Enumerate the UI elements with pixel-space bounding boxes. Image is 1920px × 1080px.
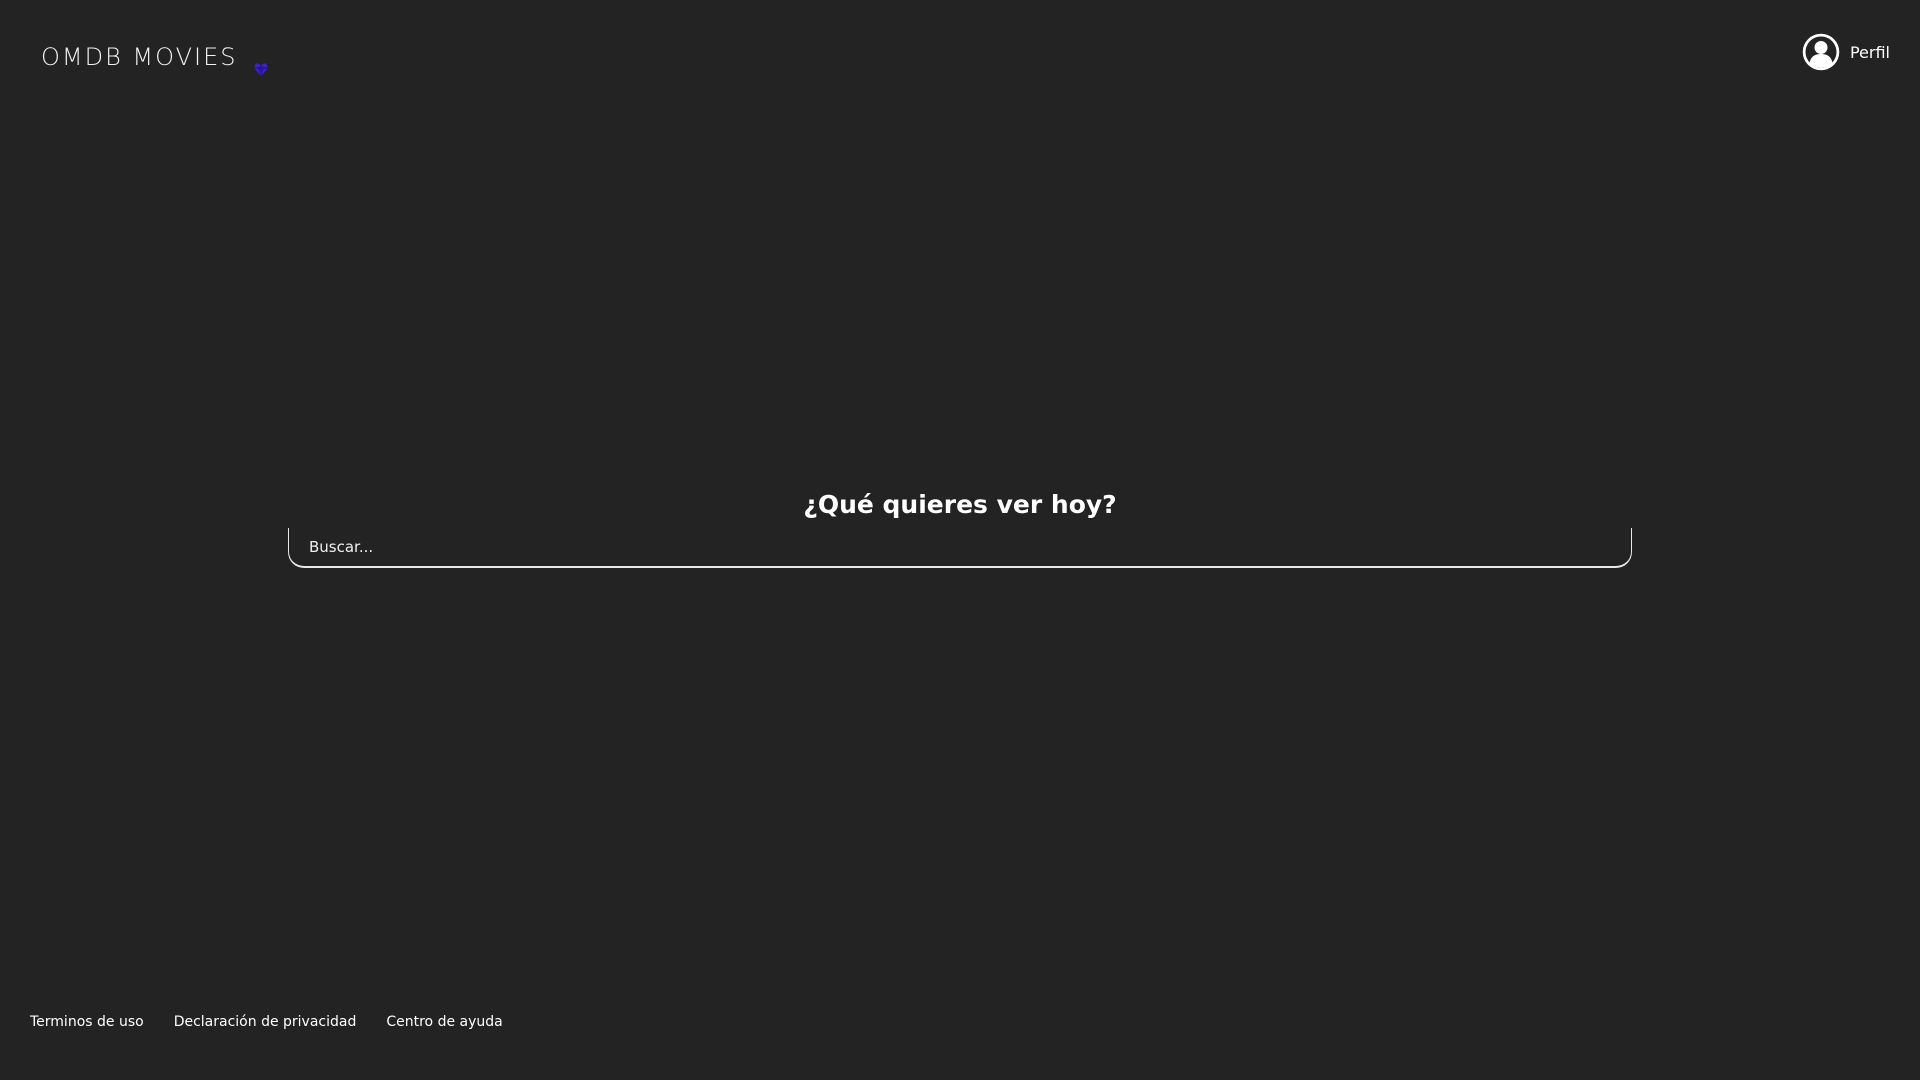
footer-link-help-center[interactable]: Centro de ayuda [386,1014,502,1030]
footer-link-terms[interactable]: Terminos de uso [30,1014,144,1030]
profile-label: Perfil [1849,42,1890,62]
brand-name: OMDB MOVIES [41,43,238,71]
profile-menu-button[interactable]: Perfil [1802,33,1890,71]
top-header: OMDB MOVIES Perfil [0,0,1920,110]
page-title: ¿Qué quieres ver hoy? [803,490,1117,519]
search-input[interactable] [288,528,1632,568]
brand-logo-link[interactable]: OMDB MOVIES [41,40,270,78]
user-avatar-icon [1802,33,1840,71]
heart-gem-icon [252,60,270,78]
app-root: OMDB MOVIES Perfil ¿Qué quieres ver hoy?… [0,0,1920,1080]
search-section: ¿Qué quieres ver hoy? [288,484,1632,576]
footer-links: Terminos de uso Declaración de privacida… [30,1014,503,1030]
search-field-container [288,528,1632,576]
footer-link-privacy[interactable]: Declaración de privacidad [174,1014,357,1030]
